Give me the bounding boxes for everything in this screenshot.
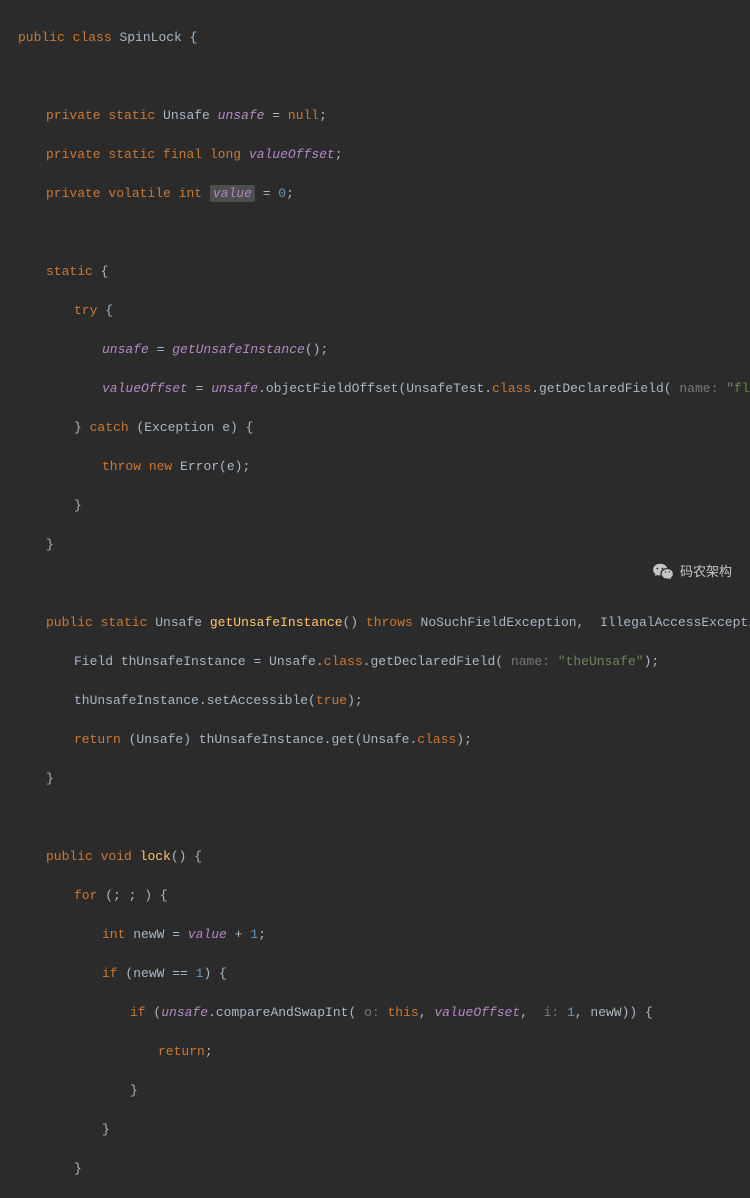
keyword: new <box>141 459 172 474</box>
keyword: return <box>158 1044 205 1059</box>
field: valueOffset <box>102 381 188 396</box>
number: 0 <box>278 186 286 201</box>
watermark-text: 码农架构 <box>680 562 732 582</box>
keyword: null <box>288 108 319 123</box>
wechat-icon <box>652 562 674 580</box>
param-hint: name: <box>503 654 558 669</box>
watermark: 码农架构 <box>652 562 732 582</box>
number: 1 <box>250 927 258 942</box>
keyword: throw <box>102 459 141 474</box>
keyword: final <box>163 147 202 162</box>
keyword: catch <box>90 420 129 435</box>
keyword: private <box>46 186 101 201</box>
param-hint: i: <box>536 1005 567 1020</box>
method-call: compareAndSwapInt <box>216 1005 349 1020</box>
keyword: public <box>46 849 93 864</box>
keyword: try <box>74 303 97 318</box>
field: unsafe <box>218 108 265 123</box>
field: value <box>210 185 255 202</box>
field: value <box>188 927 227 942</box>
number: 1 <box>196 966 204 981</box>
keyword: public <box>46 615 93 630</box>
keyword: class <box>324 654 363 669</box>
keyword: static <box>108 147 155 162</box>
method-decl: getUnsafeInstance <box>210 615 343 630</box>
number: 1 <box>567 1005 575 1020</box>
keyword: true <box>316 693 347 708</box>
keyword: if <box>102 966 118 981</box>
method-decl: lock <box>140 849 171 864</box>
keyword: static <box>46 264 93 279</box>
keyword: volatile <box>108 186 170 201</box>
keyword: int <box>102 927 125 942</box>
param-hint: name: <box>672 381 727 396</box>
type: Unsafe <box>163 108 210 123</box>
field: valueOffset <box>434 1005 520 1020</box>
string: "theUnsafe" <box>558 654 644 669</box>
method-call: getUnsafeInstance <box>172 342 305 357</box>
brace: { <box>182 30 198 45</box>
keyword: class <box>492 381 531 396</box>
keyword: class <box>73 30 112 45</box>
keyword: void <box>101 849 132 864</box>
keyword: static <box>101 615 148 630</box>
keyword: for <box>74 888 97 903</box>
keyword: private <box>46 147 101 162</box>
method-call: setAccessible <box>207 693 308 708</box>
field: valueOffset <box>249 147 335 162</box>
keyword: static <box>108 108 155 123</box>
keyword: throws <box>366 615 413 630</box>
type: Field <box>74 654 113 669</box>
method-call: objectFieldOffset <box>266 381 399 396</box>
keyword: class <box>417 732 456 747</box>
keyword: public <box>18 30 65 45</box>
keyword: this <box>388 1005 419 1020</box>
field: unsafe <box>102 342 149 357</box>
method-call: getDeclaredField <box>539 381 664 396</box>
type: Unsafe <box>155 615 202 630</box>
method-call: getDeclaredField <box>370 654 495 669</box>
string: "flag" <box>726 381 750 396</box>
class-name: SpinLock <box>119 30 181 45</box>
code-editor[interactable]: public class SpinLock { private static U… <box>0 0 750 1198</box>
keyword: long <box>210 147 241 162</box>
keyword: if <box>130 1005 146 1020</box>
field: unsafe <box>211 381 258 396</box>
field: unsafe <box>161 1005 208 1020</box>
keyword: private <box>46 108 101 123</box>
keyword: int <box>179 186 202 201</box>
method-call: get <box>331 732 354 747</box>
param-hint: o: <box>356 1005 387 1020</box>
keyword: return <box>74 732 121 747</box>
